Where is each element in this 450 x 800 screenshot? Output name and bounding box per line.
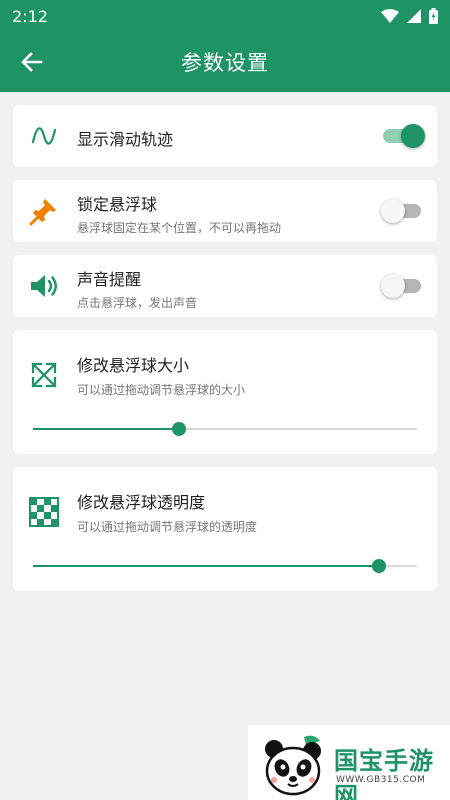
signal-icon: [407, 9, 421, 23]
watermark-url: WWW.GB315.COM: [336, 775, 426, 785]
wifi-icon: [381, 9, 399, 23]
watermark-brand: 国宝手游网: [334, 747, 434, 800]
page-title: 参数设置: [181, 51, 269, 75]
trail-toggle[interactable]: [381, 122, 425, 150]
setting-title-sound: 声音提醒: [77, 270, 142, 289]
expand-arrows-icon: [31, 362, 57, 388]
slider-fill: [33, 428, 179, 430]
setting-subtitle-lock: 悬浮球固定在某个位置，不可以再拖动: [77, 221, 282, 235]
panda-logo-icon: [265, 735, 321, 796]
pushpin-icon: [29, 199, 56, 226]
toggle-thumb: [401, 124, 425, 148]
lock-toggle[interactable]: [381, 197, 425, 225]
setting-card-opacity: 修改悬浮球透明度 可以通过拖动调节悬浮球的透明度: [13, 467, 437, 591]
toggle-thumb: [381, 274, 405, 298]
setting-title-opacity: 修改悬浮球透明度: [77, 493, 206, 512]
status-bar: 2:12: [0, 0, 450, 32]
sound-toggle[interactable]: [381, 272, 425, 300]
setting-card-sound[interactable]: 声音提醒 点击悬浮球，发出声音: [13, 255, 437, 317]
status-time: 2:12: [12, 6, 48, 26]
setting-title-lock: 锁定悬浮球: [77, 195, 158, 214]
checkerboard-icon: [29, 497, 59, 527]
setting-card-trail[interactable]: 显示滑动轨迹: [13, 105, 437, 167]
setting-subtitle-opacity: 可以通过拖动调节悬浮球的透明度: [77, 520, 258, 534]
app-bar: 参数设置: [0, 32, 450, 92]
slider-fill: [33, 565, 379, 567]
setting-subtitle-size: 可以通过拖动调节悬浮球的大小: [77, 383, 246, 397]
battery-icon: [429, 8, 438, 24]
size-slider[interactable]: [33, 419, 417, 439]
setting-card-size: 修改悬浮球大小 可以通过拖动调节悬浮球的大小: [13, 330, 437, 454]
setting-subtitle-sound: 点击悬浮球，发出声音: [77, 296, 198, 310]
opacity-slider[interactable]: [33, 556, 417, 576]
slider-thumb[interactable]: [171, 422, 186, 436]
status-icons: [381, 8, 438, 24]
sine-wave-icon: [31, 127, 57, 145]
toggle-thumb: [381, 199, 405, 223]
speaker-icon: [31, 275, 57, 297]
watermark: 国宝手游网 WWW.GB315.COM: [248, 725, 450, 800]
back-arrow-icon[interactable]: [20, 50, 44, 74]
setting-title-trail: 显示滑动轨迹: [77, 130, 174, 149]
setting-card-lock[interactable]: 锁定悬浮球 悬浮球固定在某个位置，不可以再拖动: [13, 180, 437, 242]
setting-title-size: 修改悬浮球大小: [77, 356, 190, 375]
slider-thumb[interactable]: [371, 559, 386, 573]
